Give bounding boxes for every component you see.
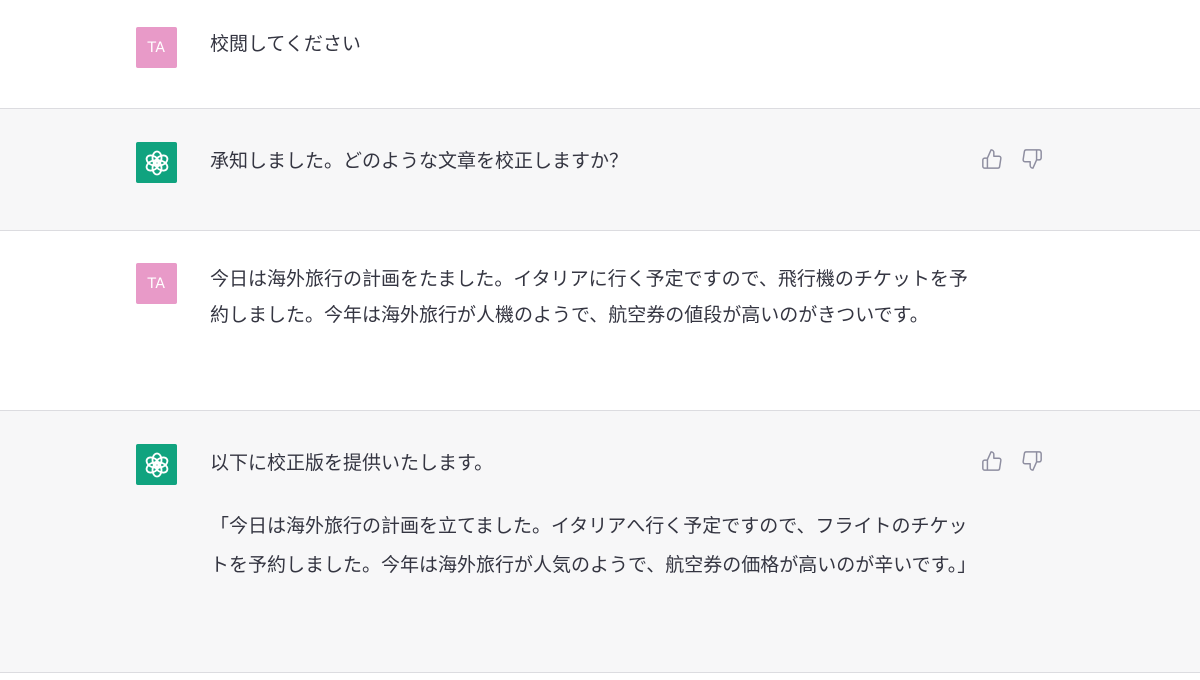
thumbs-down-icon [1022,149,1042,169]
user-avatar-label: TA [147,39,166,56]
openai-logo-icon [145,452,168,477]
thumbs-up-button[interactable] [980,449,1004,473]
user-avatar: TA [136,263,177,304]
user-avatar-label: TA [147,275,166,292]
assistant-quote-text: 「今日は海外旅行の計画を立てました。イタリアへ行く予定ですので、フライトのチケッ… [210,515,977,576]
user-message-text: 校閲してください [210,33,361,55]
assistant-message: 承知しました。どのような文章を校正しますか？ [0,109,1200,230]
thumbs-down-button[interactable] [1020,449,1044,473]
assistant-message-text: 以下に校正版を提供いたします。 [210,452,494,474]
thumbs-up-icon [982,149,1002,169]
thumbs-down-button[interactable] [1020,147,1044,171]
assistant-avatar [136,142,177,183]
user-message: TA 今日は海外旅行の計画をたました。イタリアに行く予定ですので、飛行機のチケッ… [0,231,1200,410]
feedback-buttons [980,449,1044,473]
thumbs-up-button[interactable] [980,147,1004,171]
user-avatar: TA [136,27,177,68]
assistant-message: 以下に校正版を提供いたします。 「今日は海外旅行の計画を立てました。イタリアへ行… [0,411,1200,672]
user-message-text: 今日は海外旅行の計画をたました。イタリアに行く予定ですので、飛行機のチケットを予… [210,268,968,326]
openai-logo-icon [145,150,168,175]
thumbs-up-icon [982,451,1002,471]
divider [0,672,1200,673]
assistant-avatar [136,444,177,485]
thumbs-down-icon [1022,451,1042,471]
chat-thread: TA 校閲してください 承知しました。どのような文章を校正しますか？ TA 今日… [0,0,1200,680]
assistant-message-text: 承知しました。どのような文章を校正しますか？ [210,150,629,172]
feedback-buttons [980,147,1044,171]
user-message: TA 校閲してください [0,0,1200,108]
